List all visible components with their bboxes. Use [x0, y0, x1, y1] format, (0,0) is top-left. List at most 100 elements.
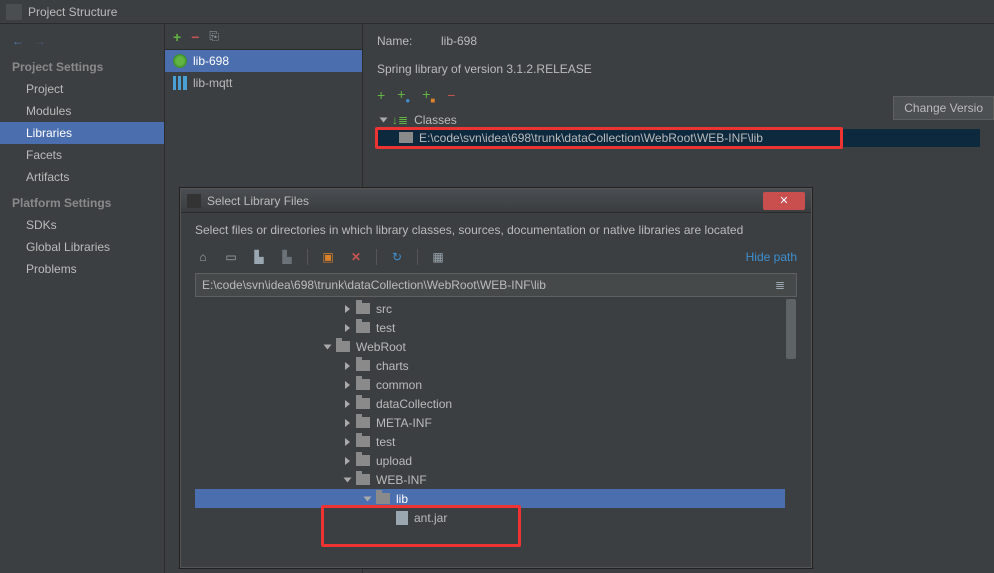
spring-icon: [173, 54, 187, 68]
expand-icon[interactable]: [345, 305, 350, 313]
nav-back-icon[interactable]: ←: [12, 34, 24, 48]
name-value[interactable]: lib-698: [441, 34, 477, 48]
home-icon[interactable]: ⌂: [195, 250, 211, 264]
sidebar-item-global-libraries[interactable]: Global Libraries: [0, 236, 164, 258]
library-item[interactable]: lib-698: [165, 50, 362, 72]
window-titlebar: Project Structure: [0, 0, 994, 24]
tree-row-label: WebRoot: [356, 340, 406, 354]
add-root-icon[interactable]: +: [377, 87, 385, 103]
sidebar-item-artifacts[interactable]: Artifacts: [0, 166, 164, 188]
dialog-toolbar: ⌂ ▭ ▙ ▙ ▣ ✕ ↻ ▦ Hide path: [195, 249, 797, 265]
app-icon: [6, 4, 22, 20]
tree-row-label: common: [376, 378, 422, 392]
expand-icon[interactable]: [344, 477, 352, 482]
tree-row-label: dataCollection: [376, 397, 452, 411]
sidebar-item-problems[interactable]: Problems: [0, 258, 164, 280]
tree-row[interactable]: META-INF: [195, 413, 797, 432]
tree-row[interactable]: charts: [195, 356, 797, 375]
delete-icon[interactable]: ✕: [348, 250, 364, 264]
name-label: Name:: [377, 34, 427, 48]
nav-buttons: ← →: [0, 30, 164, 52]
tree-row[interactable]: upload: [195, 451, 797, 470]
change-version-button[interactable]: Change Versio: [893, 96, 994, 120]
tree-row[interactable]: test: [195, 432, 797, 451]
tree-row[interactable]: lib: [195, 489, 797, 508]
tree-row-label: upload: [376, 454, 412, 468]
classes-icon: ↓≣: [392, 113, 408, 127]
nav-forward-icon[interactable]: →: [34, 34, 46, 48]
settings-sidebar: ← → Project SettingsProjectModulesLibrar…: [0, 24, 165, 573]
tree-row[interactable]: WebRoot: [195, 337, 797, 356]
project-icon[interactable]: ▙: [251, 250, 267, 264]
dialog-titlebar[interactable]: Select Library Files ✕: [181, 189, 811, 213]
dialog-title: Select Library Files: [207, 194, 309, 208]
add-root-web-icon[interactable]: +●: [397, 86, 410, 105]
dialog-icon: [187, 194, 201, 208]
sidebar-item-facets[interactable]: Facets: [0, 144, 164, 166]
folder-icon: [356, 398, 370, 409]
classes-path[interactable]: E:\code\svn\idea\698\trunk\dataCollectio…: [419, 131, 763, 145]
remove-root-icon[interactable]: −: [447, 87, 455, 103]
expand-icon[interactable]: [380, 117, 388, 122]
folder-icon: [356, 379, 370, 390]
scrollbar-thumb[interactable]: [786, 299, 796, 359]
tree-row-label: lib: [396, 492, 408, 506]
add-library-icon[interactable]: +: [173, 29, 181, 45]
tree-row[interactable]: WEB-INF: [195, 470, 797, 489]
copy-library-icon[interactable]: ⎘: [209, 29, 219, 44]
tree-row[interactable]: test: [195, 318, 797, 337]
roots-tree[interactable]: ↓≣ Classes E:\code\svn\idea\698\trunk\da…: [377, 111, 980, 147]
desktop-icon[interactable]: ▭: [223, 250, 239, 264]
tree-row-label: test: [376, 321, 395, 335]
path-input[interactable]: E:\code\svn\idea\698\trunk\dataCollectio…: [195, 273, 797, 297]
expand-icon[interactable]: [345, 457, 350, 465]
window-title: Project Structure: [28, 5, 117, 19]
library-item[interactable]: lib-mqtt: [165, 72, 362, 94]
hide-path-link[interactable]: Hide path: [746, 250, 797, 264]
folder-icon: [356, 360, 370, 371]
tree-row[interactable]: common: [195, 375, 797, 394]
library-item-label: lib-698: [193, 54, 229, 68]
expand-icon[interactable]: [345, 362, 350, 370]
folder-icon: [356, 303, 370, 314]
tree-row-label: WEB-INF: [376, 473, 427, 487]
expand-icon[interactable]: [345, 324, 350, 332]
module-icon[interactable]: ▙: [279, 250, 295, 264]
expand-icon[interactable]: [324, 344, 332, 349]
expand-icon[interactable]: [345, 438, 350, 446]
folder-icon: [356, 417, 370, 428]
expand-icon[interactable]: [345, 419, 350, 427]
tree-row-label: ant.jar: [414, 511, 447, 525]
tree-row[interactable]: ant.jar: [195, 508, 797, 527]
expand-icon[interactable]: [345, 400, 350, 408]
new-folder-icon[interactable]: ▣: [320, 250, 336, 264]
refresh-icon[interactable]: ↻: [389, 250, 405, 264]
add-root-dir-icon[interactable]: +■: [422, 86, 435, 105]
remove-library-icon[interactable]: −: [191, 29, 199, 45]
file-tree[interactable]: src test WebRoot charts common dataCollection…: [195, 299, 797, 549]
history-icon[interactable]: ≣: [770, 278, 790, 292]
sidebar-item-modules[interactable]: Modules: [0, 100, 164, 122]
sidebar-item-project[interactable]: Project: [0, 78, 164, 100]
select-library-files-dialog: Select Library Files ✕ Select files or d…: [180, 188, 812, 568]
dialog-message: Select files or directories in which lib…: [195, 223, 797, 237]
expand-icon[interactable]: [345, 381, 350, 389]
sidebar-section-header: Project Settings: [0, 52, 164, 78]
library-subtitle: Spring library of version 3.1.2.RELEASE: [377, 62, 980, 76]
expand-icon[interactable]: [364, 496, 372, 501]
tree-row[interactable]: dataCollection: [195, 394, 797, 413]
sidebar-item-sdks[interactable]: SDKs: [0, 214, 164, 236]
bars-icon: [173, 76, 187, 90]
scrollbar[interactable]: [785, 299, 797, 549]
close-icon[interactable]: ✕: [763, 192, 805, 210]
file-icon: [396, 511, 408, 525]
folder-icon: [356, 436, 370, 447]
sidebar-section-header: Platform Settings: [0, 188, 164, 214]
tree-row-label: test: [376, 435, 395, 449]
tree-row-label: charts: [376, 359, 409, 373]
tree-row[interactable]: src: [195, 299, 797, 318]
folder-icon: [356, 455, 370, 466]
detail-toolbar: + +● +■ −: [377, 86, 980, 105]
show-hidden-icon[interactable]: ▦: [430, 250, 446, 264]
sidebar-item-libraries[interactable]: Libraries: [0, 122, 164, 144]
